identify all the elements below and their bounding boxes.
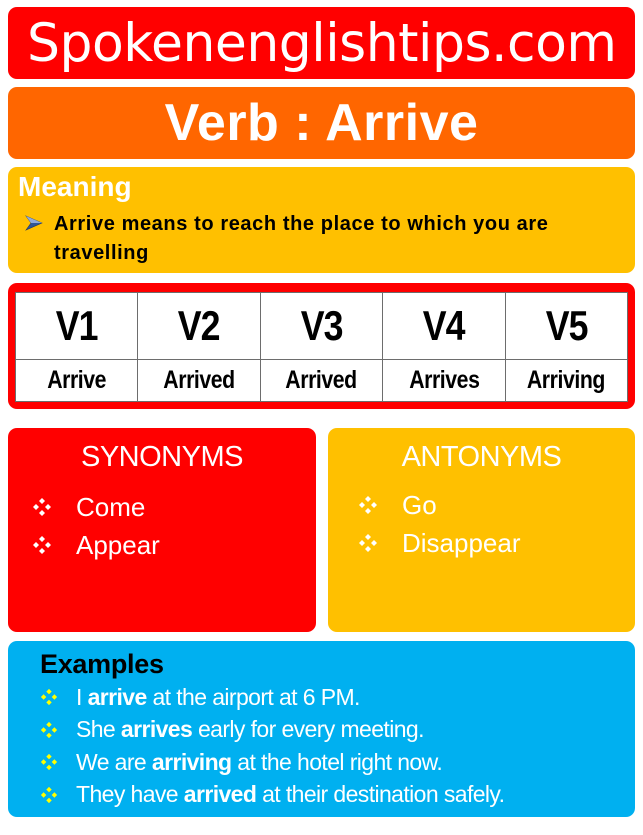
verb-banner: Verb : Arrive (8, 87, 635, 159)
example-before: We are (76, 748, 152, 775)
site-banner: Spokenenglishtips.com (8, 7, 635, 79)
synonyms-list: Come Appear (8, 488, 316, 564)
antonym-item: Go (358, 486, 635, 524)
example-item: We are arriving at the hotel right now. (38, 746, 635, 779)
example-after: at their destination safely. (256, 781, 505, 808)
example-text: They have arrived at their destination s… (76, 781, 505, 808)
antonyms-heading: ANTONYMS (401, 441, 562, 473)
forms-header-cell: V2 (137, 292, 261, 360)
meaning-heading: Meaning (18, 171, 132, 202)
example-text: I arrive at the airport at 6 PM. (76, 684, 360, 711)
forms-header-cell: V1 (14, 292, 139, 360)
form-value: Arrived (285, 366, 358, 394)
diamond-bullet-icon (40, 721, 58, 738)
diamond-bullet-icon (40, 689, 58, 706)
diamond-bullet-icon (33, 498, 51, 516)
form-label: V2 (178, 302, 221, 349)
example-before: They have (76, 781, 184, 808)
forms-header-row: V1 V2 V3 V4 V5 (14, 292, 629, 360)
diamond-bullet-icon (40, 786, 58, 803)
antonym-text: Go (402, 489, 437, 520)
example-verb: arrive (87, 683, 148, 710)
form-label: V1 (55, 302, 99, 349)
example-verb: arriving (151, 748, 232, 775)
diamond-bullet-icon (359, 534, 377, 552)
example-text: She arrives early for every meeting. (76, 716, 425, 743)
synonyms-panel: SYNONYMS Come Appear (8, 428, 316, 632)
synonym-item: Come (32, 488, 316, 526)
forms-value-cell: Arrived (259, 359, 384, 402)
forms-value-cell: Arrived (137, 359, 261, 402)
antonym-text: Disappear (402, 527, 521, 558)
example-before: She (76, 716, 121, 743)
meaning-panel: Meaning Arrive means to reach the place … (8, 167, 635, 273)
example-after: early for every meeting. (192, 716, 425, 743)
example-before: I (76, 683, 88, 710)
form-value: Arrive (47, 366, 107, 394)
meaning-item: Arrive means to reach the place to which… (18, 210, 625, 268)
forms-value-row: Arrive Arrived Arrived Arrives Arriving (14, 359, 629, 402)
diamond-bullet-icon (359, 496, 377, 514)
examples-panel: Examples I arrive at the airport at 6 PM… (8, 641, 635, 817)
forms-header-cell: V5 (504, 292, 629, 360)
synonym-text: Appear (76, 529, 160, 560)
diamond-bullet-icon (33, 536, 51, 554)
example-text: We are arriving at the hotel right now. (76, 748, 443, 776)
form-label: V5 (545, 302, 588, 349)
example-verb: arrived (183, 781, 257, 808)
forms-header-cell: V4 (382, 292, 506, 360)
synonym-text: Come (76, 491, 146, 522)
example-item: They have arrived at their destination s… (38, 779, 635, 812)
site-title: Spokenenglishtips.com (26, 12, 617, 74)
example-item: I arrive at the airport at 6 PM. (38, 681, 635, 714)
examples-list: I arrive at the airport at 6 PM. She arr… (38, 681, 635, 811)
example-item: She arrives early for every meeting. (38, 714, 635, 747)
synonyms-heading: SYNONYMS (81, 441, 243, 473)
example-after: at the airport at 6 PM. (146, 683, 360, 710)
example-verb: arrives (120, 716, 193, 743)
form-label: V4 (422, 302, 466, 349)
antonyms-list: Go Disappear (328, 486, 635, 562)
antonym-item: Disappear (358, 524, 635, 562)
verb-forms-table: V1 V2 V3 V4 V5 Arrive Arrived Arrived Ar… (14, 292, 629, 402)
form-value: Arriving (527, 366, 606, 394)
form-label: V3 (300, 302, 343, 349)
forms-value-cell: Arrives (382, 359, 506, 402)
diamond-bullet-icon (40, 754, 58, 771)
form-value: Arrives (408, 366, 480, 394)
form-value: Arrived (163, 366, 235, 394)
meaning-text: Arrive means to reach the place to which… (54, 213, 549, 264)
verb-title: Verb : Arrive (164, 94, 479, 152)
forms-value-cell: Arriving (504, 359, 629, 402)
forms-header-cell: V3 (259, 292, 384, 360)
antonyms-panel: ANTONYMS Go Disappear (328, 428, 635, 632)
synonym-item: Appear (32, 526, 316, 564)
example-after: at the hotel right now. (231, 748, 443, 775)
verb-forms-panel: V1 V2 V3 V4 V5 Arrive Arrived Arrived Ar… (8, 283, 635, 409)
examples-heading: Examples (40, 649, 164, 679)
forms-value-cell: Arrive (14, 359, 139, 402)
arrow-bullet-icon (25, 215, 43, 231)
